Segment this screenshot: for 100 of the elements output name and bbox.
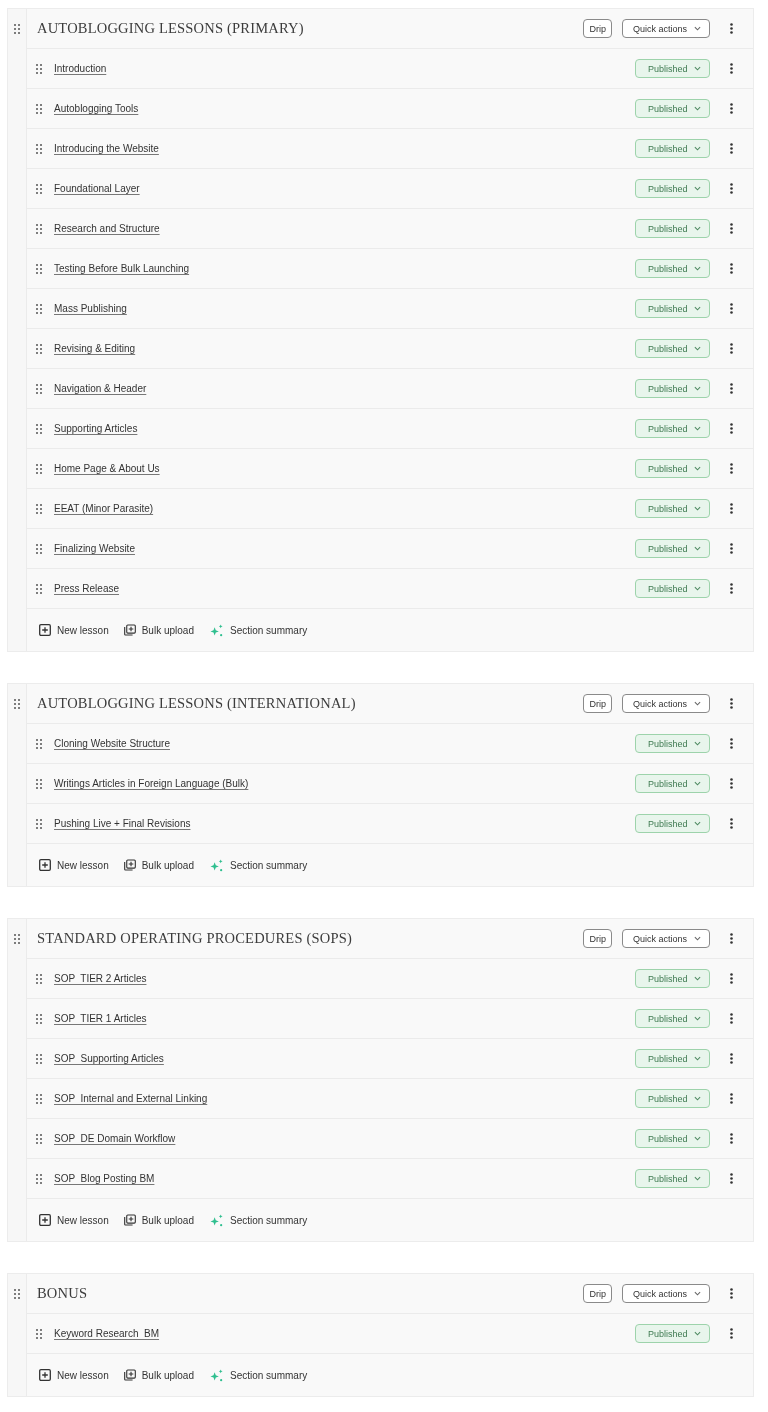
status-dropdown[interactable]: Published	[635, 259, 710, 278]
status-dropdown[interactable]: Published	[635, 774, 710, 793]
more-options-icon[interactable]	[729, 738, 733, 749]
drag-handle-icon[interactable]	[14, 699, 20, 709]
more-options-icon[interactable]	[729, 103, 733, 114]
lesson-link[interactable]: Introduction	[54, 63, 107, 74]
more-options-icon[interactable]	[729, 543, 733, 554]
status-dropdown[interactable]: Published	[635, 1089, 710, 1108]
drag-handle-icon[interactable]	[36, 383, 42, 394]
lesson-link[interactable]: Autoblogging Tools	[54, 103, 139, 114]
drag-handle-icon[interactable]	[36, 738, 42, 749]
more-options-icon[interactable]	[729, 778, 733, 789]
lesson-link[interactable]: Press Release	[54, 583, 120, 594]
drag-handle-icon[interactable]	[36, 1013, 42, 1024]
lesson-link[interactable]: Pushing Live + Final Revisions	[54, 818, 191, 829]
more-options-icon[interactable]	[729, 583, 733, 594]
drip-button[interactable]: Drip	[583, 694, 612, 713]
footer-action-button[interactable]: Bulk upload	[123, 859, 194, 871]
drag-handle-icon[interactable]	[36, 423, 42, 434]
drag-handle-icon[interactable]	[36, 1053, 42, 1064]
drag-handle-icon[interactable]	[36, 1133, 42, 1144]
more-options-icon[interactable]	[729, 63, 733, 74]
more-options-icon[interactable]	[729, 463, 733, 474]
quick-actions-button[interactable]: Quick actions	[622, 1284, 710, 1303]
more-options-icon[interactable]	[729, 143, 733, 154]
footer-action-button[interactable]: Bulk upload	[123, 1369, 194, 1381]
status-dropdown[interactable]: Published	[635, 99, 710, 118]
drag-handle-icon[interactable]	[36, 143, 42, 154]
lesson-link[interactable]: Supporting Articles	[54, 423, 138, 434]
footer-action-button[interactable]: Bulk upload	[123, 1214, 194, 1226]
status-dropdown[interactable]: Published	[635, 179, 710, 198]
drag-handle-icon[interactable]	[36, 1173, 42, 1184]
lesson-link[interactable]: Cloning Website Structure	[54, 738, 170, 749]
drag-handle-icon[interactable]	[36, 463, 42, 474]
drag-handle-icon[interactable]	[36, 303, 42, 314]
footer-action-button[interactable]: Bulk upload	[123, 624, 194, 636]
drag-handle-icon[interactable]	[14, 1289, 20, 1299]
more-options-icon[interactable]	[729, 263, 733, 274]
drag-handle-icon[interactable]	[36, 103, 42, 114]
drag-handle-icon[interactable]	[36, 343, 42, 354]
footer-action-button[interactable]: New lesson	[39, 624, 109, 636]
drip-button[interactable]: Drip	[583, 19, 612, 38]
drag-handle-icon[interactable]	[14, 24, 20, 34]
more-options-icon[interactable]	[729, 1133, 733, 1144]
drip-button[interactable]: Drip	[583, 929, 612, 948]
drag-handle-icon[interactable]	[36, 543, 42, 554]
status-dropdown[interactable]: Published	[635, 539, 710, 558]
footer-action-button[interactable]: Section summary	[208, 858, 308, 872]
footer-action-button[interactable]: New lesson	[39, 1369, 109, 1381]
more-options-icon[interactable]	[729, 343, 733, 354]
status-dropdown[interactable]: Published	[635, 419, 710, 438]
drag-handle-icon[interactable]	[36, 778, 42, 789]
more-options-icon[interactable]	[729, 1093, 733, 1104]
status-dropdown[interactable]: Published	[635, 339, 710, 358]
lesson-link[interactable]: SOP TIER 2 Articles	[54, 973, 147, 984]
drag-handle-icon[interactable]	[36, 583, 42, 594]
status-dropdown[interactable]: Published	[635, 139, 710, 158]
footer-action-button[interactable]: Section summary	[208, 1213, 308, 1227]
more-options-icon[interactable]	[729, 1328, 733, 1339]
lesson-link[interactable]: Revising & Editing	[54, 343, 136, 354]
drag-handle-icon[interactable]	[36, 818, 42, 829]
more-options-icon[interactable]	[729, 933, 733, 944]
lesson-link[interactable]: Keyword Research BM	[54, 1328, 160, 1339]
lesson-link[interactable]: Testing Before Bulk Launching	[54, 263, 190, 274]
status-dropdown[interactable]: Published	[635, 299, 710, 318]
status-dropdown[interactable]: Published	[635, 814, 710, 833]
more-options-icon[interactable]	[729, 973, 733, 984]
drag-handle-icon[interactable]	[36, 973, 42, 984]
lesson-link[interactable]: Writings Articles in Foreign Language (Bulk)	[54, 778, 249, 789]
more-options-icon[interactable]	[729, 1173, 733, 1184]
footer-action-button[interactable]: New lesson	[39, 1214, 109, 1226]
lesson-link[interactable]: Home Page & About Us	[54, 463, 160, 474]
status-dropdown[interactable]: Published	[635, 219, 710, 238]
status-dropdown[interactable]: Published	[635, 379, 710, 398]
footer-action-button[interactable]: Section summary	[208, 1368, 308, 1382]
status-dropdown[interactable]: Published	[635, 734, 710, 753]
status-dropdown[interactable]: Published	[635, 579, 710, 598]
lesson-link[interactable]: SOP Blog Posting BM	[54, 1173, 155, 1184]
status-dropdown[interactable]: Published	[635, 499, 710, 518]
status-dropdown[interactable]: Published	[635, 1049, 710, 1068]
lesson-link[interactable]: SOP Internal and External Linking	[54, 1093, 208, 1104]
drag-handle-icon[interactable]	[36, 503, 42, 514]
drag-handle-icon[interactable]	[36, 1328, 42, 1339]
lesson-link[interactable]: Introducing the Website	[54, 143, 159, 154]
drag-handle-icon[interactable]	[36, 183, 42, 194]
more-options-icon[interactable]	[729, 1053, 733, 1064]
drag-handle-icon[interactable]	[36, 63, 42, 74]
status-dropdown[interactable]: Published	[635, 1169, 710, 1188]
footer-action-button[interactable]: New lesson	[39, 859, 109, 871]
more-options-icon[interactable]	[729, 183, 733, 194]
more-options-icon[interactable]	[729, 223, 733, 234]
status-dropdown[interactable]: Published	[635, 459, 710, 478]
drag-handle-icon[interactable]	[36, 263, 42, 274]
lesson-link[interactable]: Research and Structure	[54, 223, 160, 234]
quick-actions-button[interactable]: Quick actions	[622, 19, 710, 38]
drag-handle-icon[interactable]	[36, 1093, 42, 1104]
quick-actions-button[interactable]: Quick actions	[622, 929, 710, 948]
more-options-icon[interactable]	[729, 503, 733, 514]
more-options-icon[interactable]	[729, 383, 733, 394]
more-options-icon[interactable]	[729, 1288, 733, 1299]
